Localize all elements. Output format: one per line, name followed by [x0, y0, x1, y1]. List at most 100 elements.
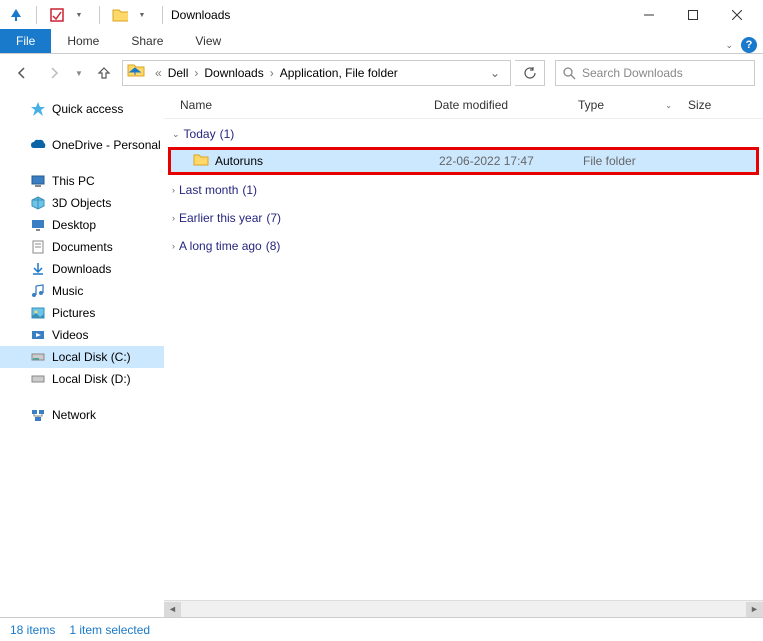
- chevron-down-icon[interactable]: ▼: [71, 7, 87, 23]
- quick-access-toolbar: ▼ ▼: [4, 6, 169, 24]
- separator: [36, 6, 37, 24]
- column-name[interactable]: Name: [164, 98, 424, 112]
- breadcrumb-chevron-icon[interactable]: ›: [194, 66, 198, 80]
- sidebar-item-local-disk-d[interactable]: Local Disk (D:): [0, 368, 164, 390]
- nav-label: Desktop: [52, 218, 96, 232]
- up-button[interactable]: [90, 59, 118, 87]
- folder-icon: [127, 62, 151, 85]
- file-tab[interactable]: File: [0, 29, 51, 53]
- tab-share[interactable]: Share: [115, 29, 179, 53]
- file-date: 22-06-2022 17:47: [429, 154, 573, 168]
- folder-icon: [112, 7, 128, 23]
- star-icon: [30, 101, 46, 117]
- sidebar-item-music[interactable]: Music: [0, 280, 164, 302]
- chevron-right-icon: ›: [172, 213, 175, 223]
- nav-label: This PC: [52, 174, 95, 188]
- file-type: File folder: [573, 154, 683, 168]
- column-headers: Name Date modified Type⌄ Size: [164, 92, 763, 119]
- group-last-month[interactable]: › Last month (1): [164, 175, 763, 203]
- status-item-count: 18 items: [10, 623, 55, 637]
- scroll-right-icon[interactable]: ►: [746, 602, 763, 617]
- file-row[interactable]: Autoruns 22-06-2022 17:47 File folder: [171, 150, 756, 172]
- nav-label: Pictures: [52, 306, 95, 320]
- group-count: (1): [242, 183, 257, 197]
- navigation-bar: ▼ « Dell › Downloads › Application, File…: [0, 54, 763, 92]
- onedrive-icon: [30, 137, 46, 153]
- breadcrumb-chevron-icon[interactable]: ›: [270, 66, 274, 80]
- file-list-body[interactable]: ⌄ Today (1) Autoruns 22-06-2022 17:47 Fi…: [164, 119, 763, 600]
- onedrive-item[interactable]: OneDrive - Personal: [0, 134, 164, 156]
- nav-label: 3D Objects: [52, 196, 111, 210]
- group-count: (7): [266, 211, 281, 225]
- group-label: Last month: [179, 183, 238, 197]
- nav-label: OneDrive - Personal: [52, 138, 161, 152]
- file-name: Autoruns: [215, 154, 263, 168]
- breadcrumb-chevron-icon[interactable]: «: [155, 66, 162, 80]
- address-bar[interactable]: « Dell › Downloads › Application, File f…: [122, 60, 511, 86]
- sidebar-item-desktop[interactable]: Desktop: [0, 214, 164, 236]
- column-size[interactable]: Size: [678, 98, 763, 112]
- videos-icon: [30, 327, 46, 343]
- chevron-right-icon: ›: [172, 241, 175, 251]
- breadcrumb-item[interactable]: Dell: [166, 66, 191, 80]
- horizontal-scrollbar[interactable]: ◄ ►: [164, 600, 763, 617]
- sidebar-item-pictures[interactable]: Pictures: [0, 302, 164, 324]
- chevron-right-icon: ›: [172, 185, 175, 195]
- sidebar-item-local-disk-c[interactable]: Local Disk (C:): [0, 346, 164, 368]
- recent-locations-button[interactable]: ▼: [72, 59, 86, 87]
- group-label: Today: [184, 127, 216, 141]
- tab-view[interactable]: View: [179, 29, 237, 53]
- folder-icon: [193, 153, 209, 170]
- refresh-button[interactable]: [515, 60, 545, 86]
- back-button[interactable]: [8, 59, 36, 87]
- group-count: (1): [220, 127, 235, 141]
- sidebar-item-downloads[interactable]: Downloads: [0, 258, 164, 280]
- breadcrumb-item[interactable]: Downloads: [202, 66, 265, 80]
- column-type[interactable]: Type⌄: [568, 98, 678, 112]
- column-date[interactable]: Date modified: [424, 98, 568, 112]
- separator: [99, 6, 100, 24]
- network-item[interactable]: Network: [0, 404, 164, 426]
- nav-label: Music: [52, 284, 83, 298]
- search-icon: [562, 66, 576, 80]
- ribbon-tabs: File Home Share View ⌄ ?: [0, 30, 763, 54]
- disk-icon: [30, 371, 46, 387]
- nav-label: Local Disk (D:): [52, 372, 131, 386]
- 3d-objects-icon: [30, 195, 46, 211]
- scroll-left-icon[interactable]: ◄: [164, 602, 181, 617]
- sidebar-item-documents[interactable]: Documents: [0, 236, 164, 258]
- music-icon: [30, 283, 46, 299]
- group-long-time-ago[interactable]: › A long time ago (8): [164, 231, 763, 259]
- quick-access-item[interactable]: Quick access: [0, 98, 164, 120]
- address-dropdown-icon[interactable]: ⌄: [484, 66, 506, 80]
- nav-label: Quick access: [52, 102, 123, 116]
- help-icon[interactable]: ?: [741, 37, 757, 53]
- group-today[interactable]: ⌄ Today (1): [164, 119, 763, 147]
- network-icon: [30, 407, 46, 423]
- file-row-highlighted: Autoruns 22-06-2022 17:47 File folder: [168, 147, 759, 175]
- group-label: A long time ago: [179, 239, 262, 253]
- search-placeholder: Search Downloads: [582, 66, 683, 80]
- breadcrumb-item[interactable]: Application, File folder: [278, 66, 400, 80]
- scrollbar-track[interactable]: [181, 602, 746, 617]
- status-bar: 18 items 1 item selected: [0, 617, 763, 641]
- properties-icon[interactable]: [49, 7, 65, 23]
- pc-icon: [30, 173, 46, 189]
- forward-button[interactable]: [40, 59, 68, 87]
- group-earlier-this-year[interactable]: › Earlier this year (7): [164, 203, 763, 231]
- nav-label: Documents: [52, 240, 113, 254]
- sidebar-item-3d-objects[interactable]: 3D Objects: [0, 192, 164, 214]
- search-input[interactable]: Search Downloads: [555, 60, 755, 86]
- desktop-icon: [30, 217, 46, 233]
- minimize-button[interactable]: [627, 1, 671, 29]
- chevron-down-icon[interactable]: ▼: [134, 7, 150, 23]
- ribbon-expand-icon[interactable]: ⌄: [725, 40, 733, 51]
- pictures-icon: [30, 305, 46, 321]
- maximize-button[interactable]: [671, 1, 715, 29]
- this-pc-item[interactable]: This PC: [0, 170, 164, 192]
- close-button[interactable]: [715, 1, 759, 29]
- tab-home[interactable]: Home: [51, 29, 115, 53]
- navigation-pane: Quick access OneDrive - Personal This PC: [0, 92, 164, 617]
- content-area: Quick access OneDrive - Personal This PC: [0, 92, 763, 617]
- sidebar-item-videos[interactable]: Videos: [0, 324, 164, 346]
